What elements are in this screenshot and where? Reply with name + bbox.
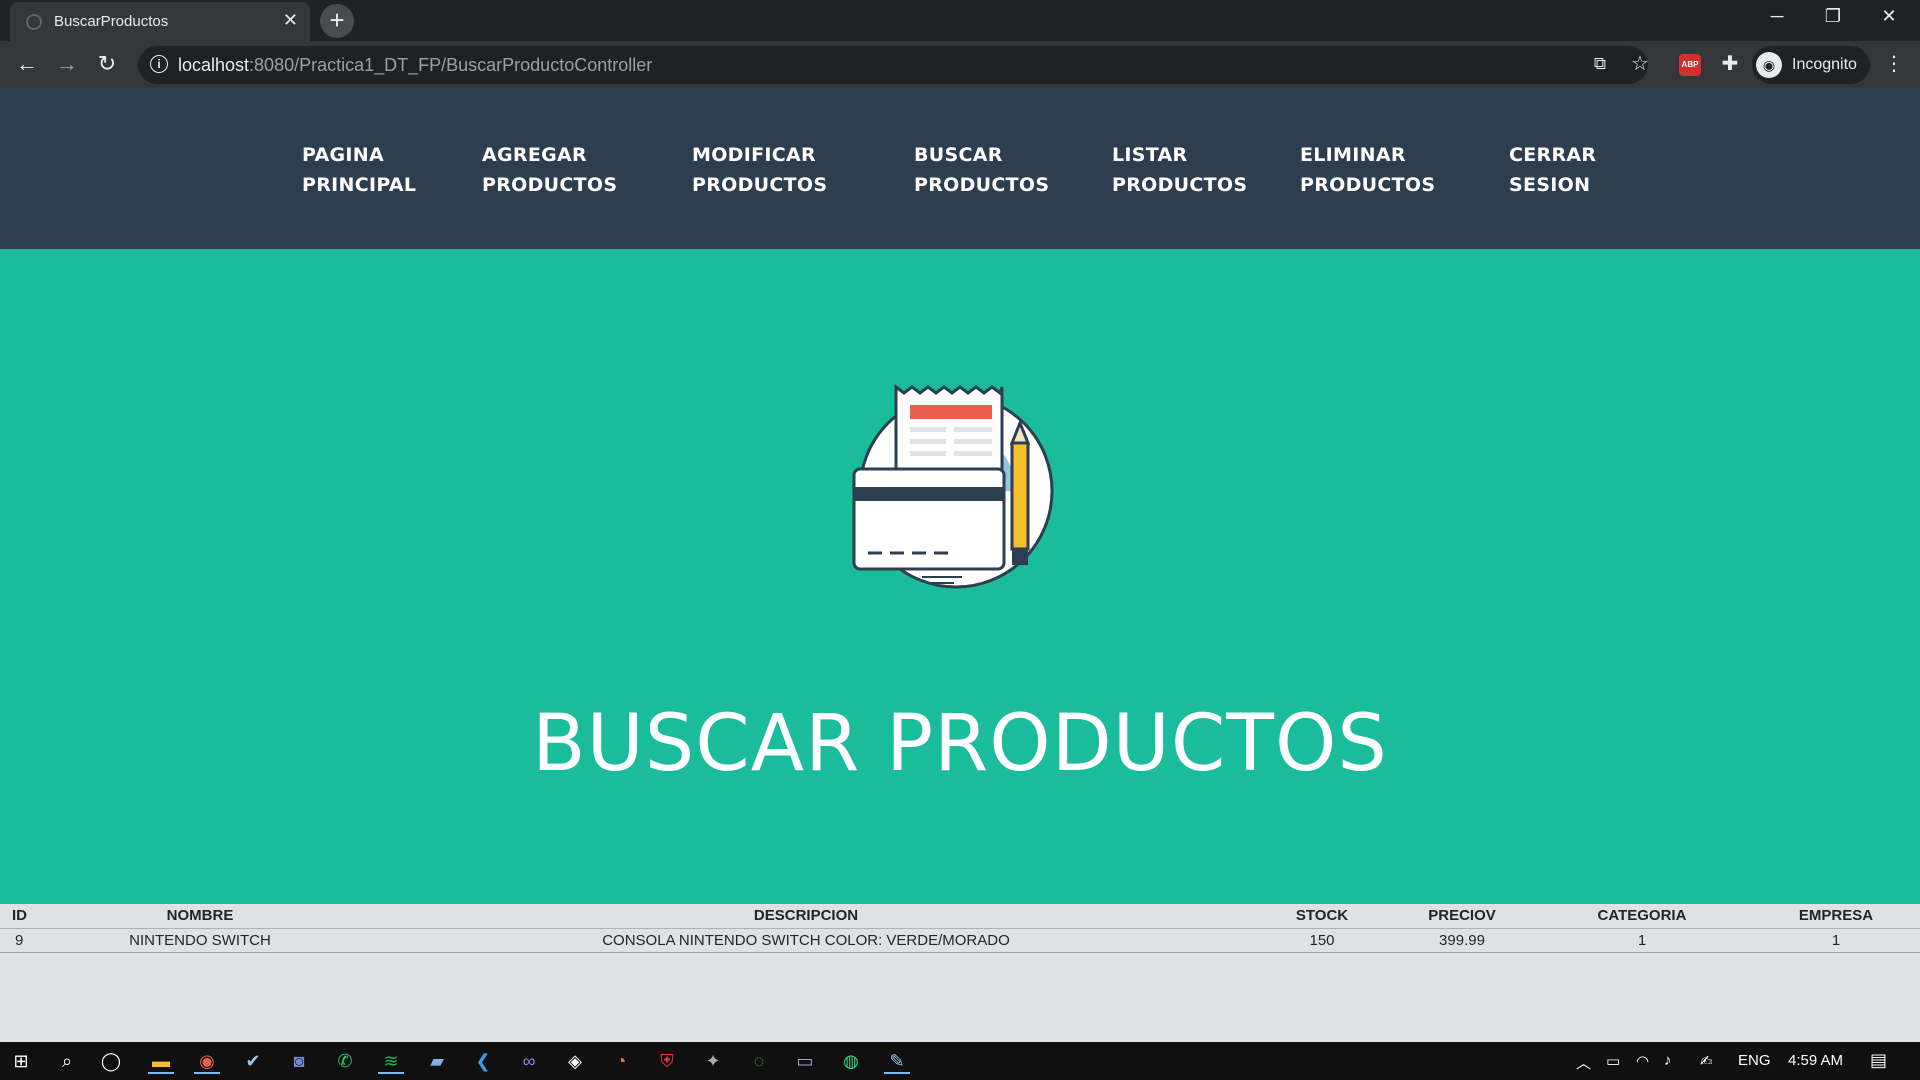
discord-icon[interactable]: ◙ (286, 1048, 312, 1074)
column-header-descripcion: DESCRIPCION (360, 904, 1252, 929)
cell-empresa: 1 (1752, 928, 1920, 953)
vscode-icon[interactable]: ❮ (470, 1048, 496, 1074)
volume-icon[interactable]: ♪ (1664, 1052, 1672, 1069)
browser-menu-icon[interactable]: ⋮ (1880, 51, 1908, 77)
browser-tab[interactable]: BuscarProductos ✕ (10, 2, 310, 41)
adblock-extension-icon[interactable]: ABP (1679, 54, 1701, 76)
language-indicator[interactable]: ENG (1738, 1052, 1771, 1069)
column-header-stock: STOCK (1252, 904, 1392, 929)
cell-preciov: 399.99 (1392, 928, 1532, 953)
notes-app-icon[interactable]: ▰ (424, 1048, 450, 1074)
android-studio-icon[interactable]: ◍ (838, 1048, 864, 1074)
address-bar[interactable]: i localhost:8080/Practica1_DT_FP/BuscarP… (138, 46, 1648, 84)
results-table: ID NOMBRE DESCRIPCION STOCK PRECIOV CATE… (0, 904, 1920, 953)
nav-link-buscar-productos[interactable]: BUSCAR PRODUCTOS (914, 140, 1049, 200)
column-header-preciov: PRECIOV (1392, 904, 1532, 929)
paint-app-icon[interactable]: ✎ (884, 1048, 910, 1074)
tab-title: BuscarProductos (54, 13, 169, 30)
incognito-label: Incognito (1792, 56, 1857, 73)
nav-link-modificar-productos[interactable]: MODIFICAR PRODUCTOS (692, 140, 827, 200)
hero-section: BUSCAR PRODUCTOS (0, 249, 1920, 904)
nav-link-agregar-productos[interactable]: AGREGAR PRODUCTOS (482, 140, 617, 200)
blender-icon[interactable]: ◔ (608, 1048, 634, 1074)
game-app-icon[interactable]: ✦ (700, 1048, 726, 1074)
windows-taskbar: ⊞ ⌕ ◯ ▬ ◉ ✔ ◙ ✆ ≋ ▰ ❮ ∞ ◈ ◔ ⛨ ✦ ◌ ▭ ◍ ✎ … (0, 1042, 1920, 1080)
table-header-row: ID NOMBRE DESCRIPCION STOCK PRECIOV CATE… (0, 904, 1920, 929)
file-explorer-icon[interactable]: ▬ (148, 1048, 174, 1074)
bookmark-star-icon[interactable]: ☆ (1626, 51, 1654, 77)
notifications-icon[interactable]: ▤ (1870, 1050, 1887, 1071)
loading-app-icon[interactable]: ◌ (746, 1048, 772, 1074)
steam-icon[interactable]: ✔ (240, 1048, 266, 1074)
tab-close-icon[interactable]: ✕ (283, 10, 298, 31)
pen-icon[interactable]: ✍ (1700, 1052, 1713, 1070)
incognito-profile-button[interactable]: ◉ Incognito (1752, 46, 1870, 84)
translate-icon[interactable]: ⧉ (1586, 51, 1614, 77)
visual-studio-icon[interactable]: ∞ (516, 1048, 542, 1074)
browser-toolbar: ← → ↻ i localhost:8080/Practica1_DT_FP/B… (0, 41, 1920, 88)
search-icon[interactable]: ⌕ (54, 1048, 80, 1074)
table-row: 9 NINTENDO SWITCH CONSOLA NINTENDO SWITC… (0, 928, 1920, 953)
cell-descripcion: CONSOLA NINTENDO SWITCH COLOR: VERDE/MOR… (360, 928, 1252, 953)
close-window-icon[interactable]: ✕ (1866, 6, 1912, 27)
terminal-app-icon[interactable]: ▭ (792, 1048, 818, 1074)
nav-link-eliminar-productos[interactable]: ELIMINAR PRODUCTOS (1300, 140, 1435, 200)
cell-stock: 150 (1252, 928, 1392, 953)
incognito-icon: ◉ (1756, 52, 1782, 78)
battery-icon[interactable]: ▭ (1606, 1052, 1620, 1070)
shield-app-icon[interactable]: ⛨ (654, 1048, 680, 1074)
nav-link-pagina-principal[interactable]: PAGINA PRINCIPAL (302, 140, 416, 200)
minimize-icon[interactable]: ─ (1754, 6, 1800, 27)
cell-categoria: 1 (1532, 928, 1752, 953)
spotify-icon[interactable]: ≋ (378, 1048, 404, 1074)
chrome-icon[interactable]: ◉ (194, 1048, 220, 1074)
column-header-id: ID (0, 904, 40, 929)
extensions-puzzle-icon[interactable]: ✚ (1716, 51, 1744, 77)
wifi-icon[interactable]: ◠ (1636, 1052, 1649, 1070)
nav-link-cerrar-sesion[interactable]: CERRAR SESION (1509, 140, 1596, 200)
column-header-empresa: EMPRESA (1752, 904, 1920, 929)
receipt-credit-card-icon (852, 384, 1054, 589)
site-info-icon[interactable]: i (150, 55, 168, 73)
page-title: BUSCAR PRODUCTOS (532, 699, 1388, 789)
new-tab-button[interactable]: + (320, 4, 354, 38)
reload-icon[interactable]: ↻ (92, 51, 122, 77)
browser-tab-strip: BuscarProductos ✕ + ─ ❐ ✕ (0, 0, 1920, 41)
site-navbar: PAGINA PRINCIPAL AGREGAR PRODUCTOS MODIFIC… (0, 88, 1920, 249)
clock[interactable]: 4:59 AM (1788, 1052, 1843, 1069)
forward-icon[interactable]: → (52, 51, 82, 77)
tray-chevron-icon[interactable]: ︿ (1576, 1052, 1591, 1073)
web-page: PAGINA PRINCIPAL AGREGAR PRODUCTOS MODIFIC… (0, 88, 1920, 1042)
column-header-nombre: NOMBRE (40, 904, 360, 929)
restore-icon[interactable]: ❐ (1810, 6, 1856, 27)
address-url[interactable]: localhost:8080/Practica1_DT_FP/BuscarPro… (178, 55, 652, 76)
column-header-categoria: CATEGORIA (1532, 904, 1752, 929)
cortana-icon[interactable]: ◯ (98, 1048, 124, 1074)
back-icon[interactable]: ← (12, 51, 42, 77)
nav-link-listar-productos[interactable]: LISTAR PRODUCTOS (1112, 140, 1247, 200)
unity-icon[interactable]: ◈ (562, 1048, 588, 1074)
cell-id: 9 (0, 928, 40, 953)
whatsapp-icon[interactable]: ✆ (332, 1048, 358, 1074)
page-favicon-icon (26, 14, 42, 30)
cell-nombre: NINTENDO SWITCH (40, 928, 360, 953)
start-windows-icon[interactable]: ⊞ (8, 1048, 34, 1074)
